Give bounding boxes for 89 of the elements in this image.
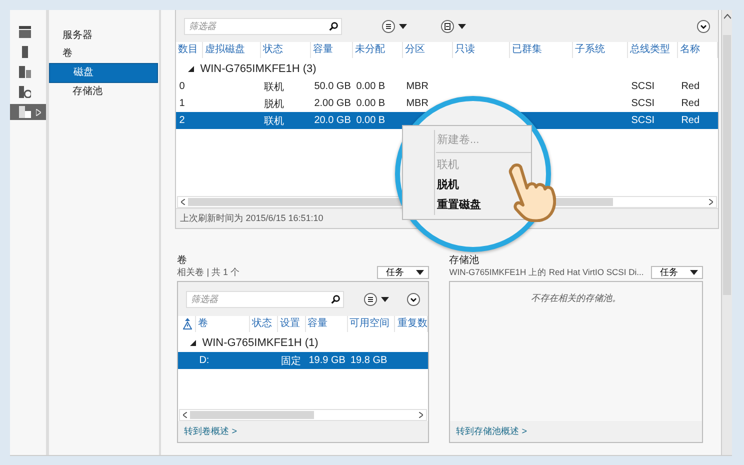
expand-arrow-icon (36, 108, 41, 116)
nav-item[interactable]: 磁盘 (49, 63, 158, 83)
overview-link[interactable]: 转到存储池概述 > (450, 421, 702, 442)
column-header[interactable]: 只读 (453, 42, 510, 58)
tasks-dropdown[interactable]: 任务 (651, 266, 704, 279)
column-header[interactable]: 数目 (176, 42, 204, 58)
column-header[interactable]: 状态 (250, 316, 278, 332)
column-header[interactable]: 子系统 (573, 42, 628, 58)
scroll-right-icon[interactable] (419, 412, 424, 418)
table-cell-text: 2 (178, 115, 186, 126)
table-cell-text: 19.9 GB (308, 355, 346, 366)
caret-icon (690, 270, 698, 275)
column-header[interactable]: 卷 (196, 316, 250, 332)
empty-message: 不存在相关的存储池。 (531, 293, 622, 303)
filter-field[interactable]: 筛选器 (184, 18, 342, 34)
table-cell-text: MBR (405, 98, 430, 109)
collapse-icon[interactable] (190, 340, 196, 346)
section-title: 存储池 (449, 255, 480, 266)
overview-link[interactable]: 转到卷概述 > (178, 421, 428, 442)
table-row[interactable]: 1 脱机 2.00 GB 0.00 B MBR SCSI Red (176, 95, 718, 112)
table-cell-text: MBR (405, 81, 430, 92)
table-cell-text: 固定 (280, 354, 302, 368)
dashboard-icon (19, 26, 31, 38)
group-icon[interactable] (441, 20, 454, 32)
column-header[interactable]: 容量 (311, 42, 354, 58)
scroll-right-icon[interactable] (709, 199, 714, 205)
column-header[interactable]: 容量 (306, 316, 348, 332)
horizontal-scrollbar[interactable] (179, 409, 428, 421)
nav-item[interactable]: 服务器 (49, 27, 160, 45)
caret-icon (399, 24, 408, 28)
table-cell-text: 0 (178, 81, 186, 92)
collapse-icon[interactable] (188, 66, 194, 72)
table-cell-text: Red (680, 98, 701, 109)
table-row[interactable]: D: 固定 19.9 GB 19.8 GB (178, 352, 428, 369)
table-cell-text: 0.00 B (355, 115, 386, 126)
expand-icon[interactable] (407, 292, 420, 306)
table-cell-text: D: (198, 355, 210, 366)
table-cell-text: 0.00 B (355, 81, 386, 92)
column-header[interactable]: 已群集 (510, 42, 574, 58)
table-cell-text: 19.8 GB (349, 355, 388, 366)
scroll-up-icon[interactable] (724, 14, 731, 19)
table-cell-text: 2.00 GB (313, 98, 352, 109)
expand-icon[interactable] (697, 20, 710, 32)
nav-item[interactable]: 存储池 (49, 83, 160, 101)
filter-field[interactable]: 筛选器 (186, 290, 344, 308)
caret-icon (381, 296, 390, 302)
storage-icon (19, 106, 31, 118)
caret-icon (416, 270, 424, 275)
table-cell-text: SCSI (630, 115, 656, 126)
nav-item[interactable]: 卷 (49, 45, 160, 63)
scroll-left-icon[interactable] (181, 199, 186, 205)
column-header[interactable]: 重复数 (395, 316, 428, 332)
section-subtitle: 相关卷 | 共 1 个 (177, 266, 240, 279)
sidebar-tab[interactable] (10, 104, 46, 120)
table-cell-text: 脱机 (263, 98, 286, 110)
table-cell-text: 联机 (263, 114, 286, 128)
section-subtitle: WIN-G765IMKFE1H 上的 Red Hat VirtIO SCSI Di... (449, 266, 644, 278)
table-cell-text: SCSI (630, 98, 656, 109)
server-clock-icon (19, 86, 31, 98)
column-header[interactable]: 可用空间 (348, 316, 396, 332)
table-cell-text: 0.00 B (355, 98, 386, 109)
column-header[interactable]: 虚拟磁盘 (203, 42, 262, 58)
group-label: WIN-G765IMKFE1H (1) (202, 337, 318, 349)
servers-icon (19, 66, 31, 78)
scroll-left-icon[interactable] (183, 412, 188, 418)
table-cell-text: SCSI (630, 81, 656, 92)
table-cell-text: Red (680, 81, 701, 92)
vertical-scrollbar[interactable] (721, 10, 732, 455)
column-header[interactable]: 分区 (403, 42, 454, 58)
tasks-dropdown[interactable]: 任务 (377, 266, 430, 279)
column-header[interactable]: 未分配 (353, 42, 404, 58)
column-header[interactable]: 名称 (678, 42, 718, 58)
table-cell-text: 联机 (263, 80, 286, 94)
column-header[interactable]: 总线类型 (628, 42, 678, 58)
column-header[interactable]: 状态 (261, 42, 312, 58)
server-icon (19, 46, 31, 58)
caret-icon (458, 24, 466, 28)
column-header[interactable]: 设置 (278, 316, 306, 332)
table-cell-text: 50.0 GB (313, 81, 352, 92)
table-cell-text: 20.0 GB (313, 115, 352, 126)
list-view-icon[interactable] (382, 20, 396, 32)
menu-item[interactable]: 脱机 (437, 175, 463, 195)
table-cell-text: Red (680, 115, 701, 126)
group-label: WIN-G765IMKFE1H (3) (200, 63, 316, 75)
section-title: 卷 (177, 255, 188, 266)
warning-sort-icon[interactable] (183, 318, 192, 330)
table-cell-text: 1 (178, 98, 186, 109)
list-view-icon[interactable] (364, 292, 378, 306)
table-row[interactable]: 0 联机 50.0 GB 0.00 B MBR SCSI Red (176, 78, 718, 95)
